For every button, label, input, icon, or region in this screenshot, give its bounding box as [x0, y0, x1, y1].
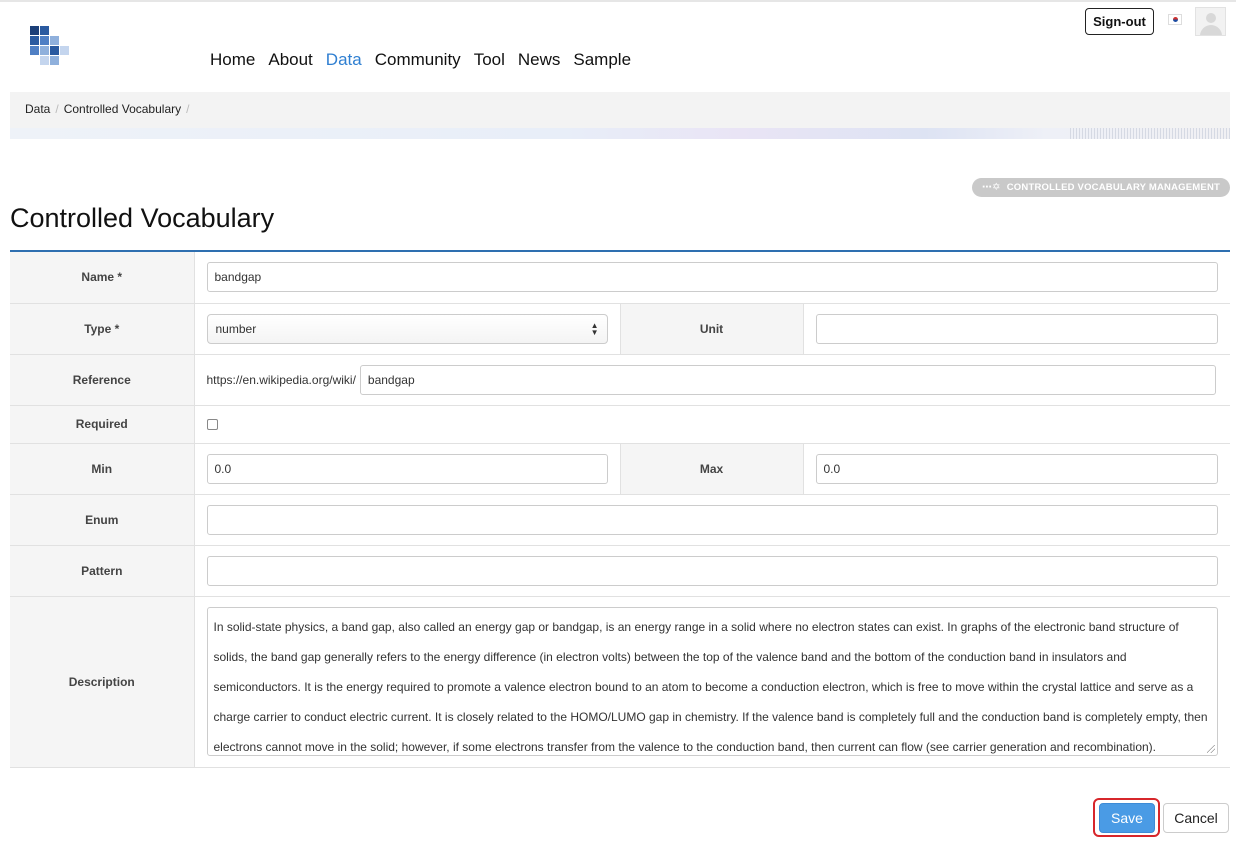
- unit-label: Unit: [619, 303, 804, 355]
- form-row-pattern: Pattern: [10, 545, 1230, 597]
- min-label: Min: [10, 443, 195, 495]
- top-border: [0, 0, 1236, 2]
- vocabulary-management-label: CONTROLLED VOCABULARY MANAGEMENT: [1006, 182, 1221, 193]
- nav-home[interactable]: Home: [210, 50, 255, 70]
- nav-data[interactable]: Data: [326, 50, 362, 70]
- nav-news[interactable]: News: [518, 50, 561, 70]
- form-row-min-max: Min Max: [10, 443, 1230, 495]
- site-logo[interactable]: [30, 26, 69, 65]
- type-label: Type *: [10, 303, 195, 355]
- reference-prefix: https://en.wikipedia.org/wiki/: [206, 372, 356, 387]
- name-input[interactable]: [206, 262, 1218, 293]
- site-header: Home About Data Community Tool News Samp…: [0, 0, 1236, 92]
- move-icon: ⋯✡: [981, 182, 1001, 193]
- type-select-value: number: [215, 321, 257, 336]
- description-line: solids, the band gap generally refers to…: [213, 650, 1127, 664]
- max-input[interactable]: [815, 453, 1218, 484]
- breadcrumb: Data / Controlled Vocabulary /: [25, 102, 190, 116]
- breadcrumb-data[interactable]: Data: [25, 102, 50, 116]
- nav-tool[interactable]: Tool: [474, 50, 505, 70]
- nav-about[interactable]: About: [268, 50, 312, 70]
- page-title: Controlled Vocabulary: [10, 203, 275, 233]
- breadcrumb-controlled-vocabulary[interactable]: Controlled Vocabulary: [64, 102, 181, 116]
- pattern-label: Pattern: [10, 545, 195, 597]
- breadcrumb-bar: Data / Controlled Vocabulary /: [10, 92, 1230, 139]
- vocabulary-management-button[interactable]: ⋯✡ CONTROLLED VOCABULARY MANAGEMENT: [972, 178, 1230, 197]
- description-line: electrons cannot move in the solid; howe…: [213, 740, 1157, 754]
- description-line: semiconductors. It is the energy require…: [213, 680, 1194, 694]
- avatar[interactable]: [1195, 7, 1226, 36]
- description-textarea[interactable]: In solid-state physics, a band gap, also…: [206, 607, 1218, 756]
- min-input[interactable]: [206, 453, 608, 484]
- save-button[interactable]: Save: [1099, 803, 1155, 833]
- korean-flag-icon[interactable]: [1168, 14, 1182, 25]
- form-row-description: Description In solid-state physics, a ba…: [10, 596, 1230, 768]
- unit-input[interactable]: [815, 313, 1218, 344]
- nav-community[interactable]: Community: [375, 50, 461, 70]
- reference-label: Reference: [10, 354, 195, 406]
- description-line: charge carrier to conduct electric curre…: [213, 710, 1208, 724]
- main-nav: Home About Data Community Tool News Samp…: [210, 50, 644, 70]
- nav-sample[interactable]: Sample: [573, 50, 631, 70]
- required-label: Required: [10, 405, 195, 444]
- enum-input[interactable]: [206, 504, 1218, 535]
- form-row-reference: Reference https://en.wikipedia.org/wiki/: [10, 354, 1230, 406]
- sign-out-button[interactable]: Sign-out: [1085, 8, 1154, 35]
- form-row-enum: Enum: [10, 494, 1230, 546]
- form-row-type: Type * number ▲ ▼ Unit: [10, 303, 1230, 355]
- reference-input[interactable]: [359, 364, 1216, 395]
- select-arrows-icon: ▲ ▼: [590, 320, 599, 337]
- required-checkbox[interactable]: [206, 418, 218, 430]
- form-row-name: Name *: [10, 252, 1230, 304]
- name-label: Name *: [10, 252, 195, 304]
- type-select[interactable]: number ▲ ▼: [206, 313, 608, 344]
- resize-handle-icon[interactable]: [1207, 745, 1215, 753]
- enum-label: Enum: [10, 494, 195, 546]
- decorative-stripe: [10, 128, 1230, 139]
- pattern-input[interactable]: [206, 555, 1218, 586]
- description-label: Description: [10, 596, 195, 768]
- max-label: Max: [619, 443, 804, 495]
- description-line: In solid-state physics, a band gap, also…: [213, 620, 1179, 634]
- cancel-button[interactable]: Cancel: [1163, 803, 1229, 833]
- user-icon: [1206, 13, 1216, 23]
- vocabulary-form: Name * Type * number ▲▼ Unit Reference h…: [10, 252, 1230, 768]
- form-row-required: Required: [10, 405, 1230, 444]
